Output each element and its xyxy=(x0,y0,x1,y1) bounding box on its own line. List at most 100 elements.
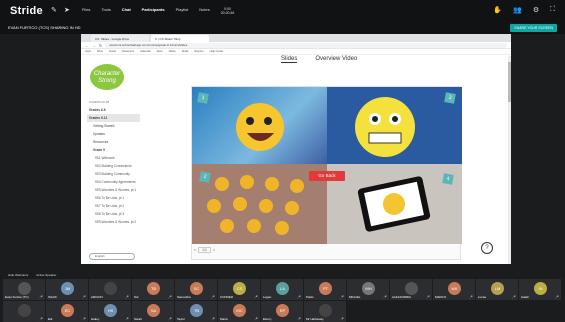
sidebar-item[interactable]: 9S1 Welcome xyxy=(87,154,140,162)
participant-tile[interactable]: LM Lucas 🎤 xyxy=(476,279,518,300)
sidebar-item[interactable]: Grades 6-8 xyxy=(87,106,140,114)
main-menu: Files Tools Chat Participants Playlist N… xyxy=(82,7,234,15)
forward-icon[interactable]: → xyxy=(92,43,96,48)
tab-slides[interactable]: Slides xyxy=(281,56,298,63)
pointer-icon[interactable]: ➤ xyxy=(64,7,70,14)
emoji-photo-bottom-right: 4 xyxy=(327,164,462,244)
gear-icon[interactable]: ⚙ xyxy=(533,6,539,14)
bookmark-item[interactable]: Stride xyxy=(182,50,189,53)
browser-tab-active[interactable]: X | CS Slides Tiling xyxy=(151,35,209,42)
participant-tile[interactable]: MH MIGUEL 🎤 xyxy=(347,279,389,300)
phone-thinking-emoji-image xyxy=(357,176,431,232)
prev-slide-button[interactable]: < xyxy=(194,248,196,252)
page-scrollbar[interactable] xyxy=(508,56,511,264)
mic-icon: 🎤 xyxy=(211,317,215,321)
participant-name: Evan Furtico (TC) xyxy=(5,295,29,299)
top-toolbar: Stride ✎ ➤ Files Tools Chat Participants… xyxy=(0,0,565,22)
participant-tile[interactable]: TB Sol 🎤 xyxy=(132,279,174,300)
sidebar-item[interactable]: 9S3 Building Community xyxy=(87,170,140,178)
participant-tile[interactable]: ALEXANDRIA 🎤 xyxy=(390,279,432,300)
pen-icon[interactable]: ✎ xyxy=(51,7,57,14)
sidebar-item[interactable]: 9S9 Wonders & Worries, pt 2 xyxy=(87,218,140,226)
participant-tile[interactable]: 🎤 xyxy=(3,301,45,322)
participant-tile[interactable]: EP Ebony 🎤 xyxy=(261,301,303,322)
browser-tab[interactable]: CS: Slides - Google Drive xyxy=(91,35,149,42)
help-button[interactable]: ? xyxy=(481,242,493,254)
bookmark-item[interactable]: Docs xyxy=(157,50,163,53)
emoji-photo-top-right: 3 xyxy=(327,87,462,164)
participant-tile[interactable]: Evan Furtico (TC) 🎤 xyxy=(3,279,45,300)
app-brand: Stride xyxy=(10,5,43,17)
participant-tile[interactable]: SA Sarah 🎤 xyxy=(132,301,174,322)
sidebar-item[interactable]: Resources xyxy=(87,138,140,146)
back-icon[interactable]: ← xyxy=(85,43,89,48)
participant-tile[interactable]: HS Hailey 🎤 xyxy=(89,301,131,322)
tab-overview-video[interactable]: Overview Video xyxy=(315,56,357,63)
number-tag-2: 2 xyxy=(199,171,211,183)
bookmark-item[interactable]: Help Center xyxy=(210,50,224,53)
participant-tile[interactable]: JM ISAAK 🎤 xyxy=(46,279,88,300)
participant-name: Sol xyxy=(134,295,139,299)
bookmark-item[interactable]: Reports xyxy=(194,50,203,53)
participant-name: Samantha xyxy=(177,295,191,299)
bookmark-item[interactable]: Slides xyxy=(169,50,176,53)
mic-icon: 🎤 xyxy=(82,317,86,321)
menu-tools[interactable]: Tools xyxy=(101,7,110,15)
sidebar-item[interactable]: 9S5 Wonders & Worries, pt 1 xyxy=(87,186,140,194)
menu-playlist[interactable]: Playlist xyxy=(176,7,189,15)
presenter-label: EVAN FURTICO (TCS) SHARING IN HD xyxy=(8,25,81,30)
fullscreen-icon[interactable]: ⛶ xyxy=(550,6,555,14)
scrollbar-thumb[interactable] xyxy=(508,62,511,102)
sidebar-item[interactable]: Grades 9-12 xyxy=(87,114,140,122)
hide-webcams-toggle[interactable]: Hide Webcams xyxy=(8,273,28,277)
mic-icon: 🎤 xyxy=(340,295,344,299)
toolbar-icons: ✎ ➤ xyxy=(51,7,70,14)
reload-icon[interactable]: ↻ xyxy=(99,43,102,48)
active-speaker-toggle[interactable]: Active Speaker xyxy=(36,273,56,277)
language-select[interactable]: English xyxy=(89,253,135,260)
sidebar-item[interactable]: 9S4 Community Agreements xyxy=(87,178,140,186)
mic-icon: 🎤 xyxy=(555,295,559,299)
hand-icon[interactable]: ✋ xyxy=(493,6,502,14)
session-timer: 0:00 00:20:46 xyxy=(220,7,235,15)
sidebar-item[interactable]: 9S2 Building Connections xyxy=(87,162,140,170)
sidebar-item[interactable]: Getting Started xyxy=(87,122,140,130)
share-screen-button[interactable]: SHARE YOUR SCREEN xyxy=(510,24,557,32)
menu-notes[interactable]: Notes xyxy=(199,7,209,15)
participant-tile[interactable]: SC Samantha 🎤 xyxy=(175,279,217,300)
sidebar-item[interactable]: 9S6 To Be Lists, pt 1 xyxy=(87,194,140,202)
bookmark-item[interactable]: Apps xyxy=(85,50,91,53)
menu-chat[interactable]: Chat xyxy=(122,7,131,15)
bookmark-item[interactable]: Calendar xyxy=(140,50,151,53)
participant-tile[interactable]: TB Taylor 🎤 xyxy=(175,301,217,322)
course-logo: Character Strong xyxy=(90,64,124,90)
avatar: CS xyxy=(233,282,246,295)
sidebar-item[interactable]: 9S8 To Be Lists, pt 3 xyxy=(87,210,140,218)
next-slide-button[interactable]: > xyxy=(213,248,215,252)
emoji-grid-image xyxy=(207,175,304,235)
participant-tile[interactable]: EC Edi 🎤 xyxy=(46,301,88,322)
menu-files[interactable]: Files xyxy=(82,7,90,15)
sidebar-item[interactable]: Updates xyxy=(87,130,140,138)
participant-tile[interactable]: LA Logan 🎤 xyxy=(261,279,303,300)
participant-name: MIGUEL xyxy=(349,295,361,299)
sidebar-item[interactable]: 9S7 To Be Lists, pt 2 xyxy=(87,202,140,210)
bookmark-item[interactable]: Classroom xyxy=(122,50,134,53)
participant-name: Lucas xyxy=(478,295,487,299)
participant-tile[interactable]: ARCION 🎤 xyxy=(89,279,131,300)
mic-icon: 🎤 xyxy=(383,295,387,299)
sidebar-item[interactable]: Grade 9 xyxy=(87,146,140,154)
participant-tile[interactable]: Mr Hathaway 🎤 xyxy=(304,301,346,322)
address-field[interactable]: www.lms.schoolwebapp.com/course/grade-9-… xyxy=(105,42,507,48)
emoji-photo-top-left: 1 xyxy=(192,87,327,164)
participant-tile[interactable]: MK MARCO 🎤 xyxy=(433,279,475,300)
participant-tile[interactable]: IN Isaiah 🎤 xyxy=(519,279,561,300)
go-back-button[interactable]: Go Back xyxy=(309,171,345,181)
participant-tile[interactable]: PT Parks 🎤 xyxy=(304,279,346,300)
participant-tile[interactable]: CS CONNER 🎤 xyxy=(218,279,260,300)
bookmark-item[interactable]: Gmail xyxy=(109,50,116,53)
menu-participants[interactable]: Participants xyxy=(142,7,165,15)
participant-tile[interactable]: MC Maria 🎤 xyxy=(218,301,260,322)
people-icon[interactable]: 👥 xyxy=(513,6,522,14)
bookmark-item[interactable]: Drive xyxy=(97,50,103,53)
